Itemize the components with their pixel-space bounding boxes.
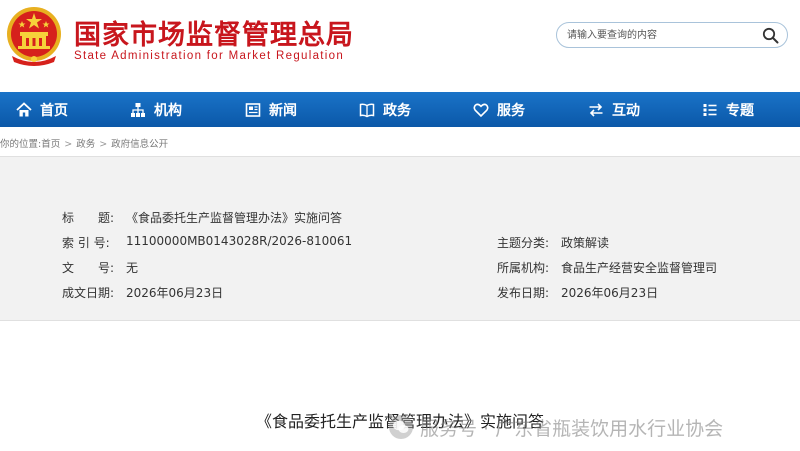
nav-item-service[interactable]: 服务 (473, 92, 525, 127)
list-icon (703, 103, 717, 116)
national-emblem-icon[interactable] (4, 4, 64, 68)
info-row-title: 标 题: 《食品委托生产监督管理办法》实施问答 (62, 209, 342, 226)
breadcrumb-item-affairs[interactable]: 政务 (76, 136, 95, 150)
info-value-org: 食品生产经营安全监督管理司 (561, 261, 718, 275)
info-value-index: 11100000MB0143028R/2026-810061 (126, 234, 353, 248)
info-label-date: 成文日期: (62, 286, 115, 300)
news-icon (245, 102, 261, 117)
breadcrumb: 你的位置:首页 > 政务 > 政府信息公开 (0, 136, 168, 150)
site-title-cn[interactable]: 国家市场监督管理总局 (74, 13, 354, 52)
nav-item-label: 服务 (497, 102, 525, 119)
breadcrumb-item-disclosure[interactable]: 政府信息公开 (111, 136, 168, 150)
watermark-text: 服务号 · 广东省瓶装饮用水行业协会 (420, 417, 724, 440)
wechat-icon (389, 415, 413, 439)
book-icon (359, 103, 375, 117)
search-icon[interactable] (762, 27, 779, 44)
heart-icon (473, 103, 489, 117)
main-nav: 首页 机构 新闻 政务 服务 互动 专题 (0, 92, 800, 127)
info-row-docno: 文 号: 无 (62, 259, 138, 276)
watermark: 服务号 · 广东省瓶装饮用水行业协会 (388, 412, 723, 442)
info-value-pubdate: 2026年06月23日 (561, 286, 659, 300)
document-info-panel: 标 题: 《食品委托生产监督管理办法》实施问答 索 引 号: 11100000M… (0, 156, 800, 321)
info-label-category: 主题分类: (497, 236, 550, 250)
info-label-docno: 文 号: (62, 261, 115, 275)
info-row-index: 索 引 号: 11100000MB0143028R/2026-810061 (62, 234, 352, 251)
info-label-title: 标 题: (62, 211, 115, 225)
nav-item-topics[interactable]: 专题 (702, 92, 754, 127)
nav-item-news[interactable]: 新闻 (245, 92, 297, 127)
nav-item-interact[interactable]: 互动 (588, 92, 640, 127)
nav-item-label: 新闻 (269, 102, 297, 119)
breadcrumb-item-home[interactable]: 首页 (41, 136, 60, 150)
breadcrumb-separator: > (99, 139, 108, 150)
info-label-org: 所属机构: (497, 261, 550, 275)
breadcrumb-separator: > (64, 139, 73, 150)
info-row-date: 成文日期: 2026年06月23日 (62, 284, 223, 301)
info-value-title: 《食品委托生产监督管理办法》实施问答 (126, 211, 343, 225)
search-input[interactable] (567, 27, 757, 44)
home-icon (16, 101, 32, 116)
info-row-org: 所属机构: 食品生产经营安全监督管理司 (497, 259, 717, 276)
nav-item-label: 专题 (726, 102, 754, 119)
nav-item-label: 机构 (154, 102, 182, 119)
info-row-pubdate: 发布日期: 2026年06月23日 (497, 284, 658, 301)
breadcrumb-prefix: 你的位置: (0, 139, 42, 150)
nav-item-org[interactable]: 机构 (130, 92, 182, 127)
org-chart-icon (131, 102, 145, 117)
nav-item-label: 互动 (612, 102, 640, 119)
info-row-category: 主题分类: 政策解读 (497, 234, 609, 251)
info-label-pubdate: 发布日期: (497, 286, 550, 300)
info-label-index: 索 引 号: (62, 236, 110, 250)
nav-item-label: 首页 (40, 102, 68, 119)
nav-item-label: 政务 (383, 102, 411, 119)
search-box (556, 22, 788, 48)
site-title-en: State Administration for Market Regulati… (74, 50, 345, 62)
nav-item-home[interactable]: 首页 (16, 92, 68, 127)
info-value-category: 政策解读 (561, 236, 610, 250)
info-value-docno: 无 (126, 261, 139, 275)
exchange-icon (589, 102, 603, 117)
info-value-date: 2026年06月23日 (126, 286, 224, 300)
site-header: 国家市场监督管理总局 State Administration for Mark… (0, 0, 800, 92)
nav-item-affairs[interactable]: 政务 (359, 92, 411, 127)
